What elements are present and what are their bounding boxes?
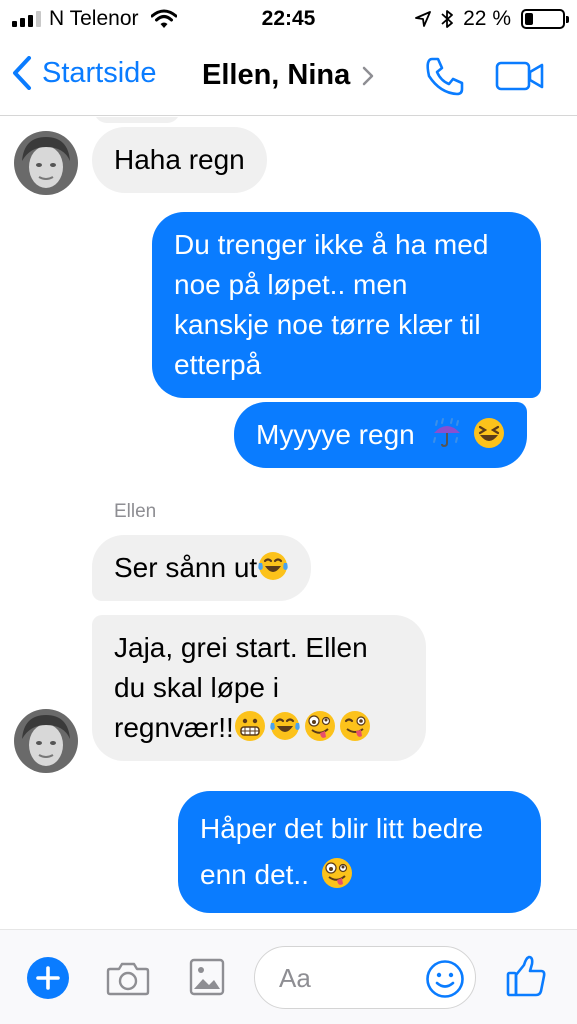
conversation-title[interactable]: Ellen, Nina [202, 59, 374, 92]
back-label: Startside [42, 56, 157, 89]
message-text-line: du skal løpe i [114, 672, 279, 703]
sender-name: Ellen [114, 501, 157, 522]
message-bubble-incoming[interactable]: Jaja, grei start. Ellen du skal løpe i r… [92, 615, 426, 761]
battery-icon [521, 9, 569, 29]
battery-level [525, 13, 533, 25]
laughing-squint-emoji-icon [474, 418, 505, 448]
emoji-button[interactable] [425, 959, 465, 1004]
status-right: 22 % [415, 7, 569, 31]
thumbs-up-icon [506, 955, 546, 997]
message-input-wrapper [254, 946, 476, 1009]
message-text-line: kanskje noe tørre klær til [174, 309, 481, 340]
avatar-photo [14, 131, 78, 195]
chevron-right-icon [363, 66, 374, 85]
back-button[interactable]: Startside [12, 56, 156, 90]
message-text: enn det.. [200, 859, 309, 890]
umbrella-rain-emoji-icon [432, 418, 460, 448]
message-text-line: etterpå [174, 349, 262, 380]
message-text-line: Håper det blir litt bedre [200, 813, 484, 844]
tears-of-joy-emoji-icon [258, 552, 288, 580]
location-arrow-icon [415, 11, 432, 27]
video-camera-icon [495, 61, 544, 91]
conversation-title-text: Ellen, Nina [202, 59, 351, 91]
avatar[interactable] [14, 131, 78, 195]
conversation-header: Startside Ellen, Nina [0, 38, 577, 116]
message-text-line: enn det.. [200, 852, 519, 898]
message-text-line: Du trenger ikke å ha med [174, 229, 489, 260]
message-text: Ser sånn ut [114, 552, 258, 583]
message-bubble-outgoing[interactable]: Håper det blir litt bedre enn det.. [178, 791, 541, 913]
zany-face-emoji-icon [321, 858, 352, 888]
winking-tongue-emoji-icon [339, 711, 370, 741]
image-icon [189, 958, 225, 996]
zany-face-emoji-icon [304, 711, 335, 741]
status-bar: N Telenor 22:45 22 % [0, 0, 577, 38]
like-button[interactable] [505, 954, 547, 1003]
grimacing-emoji-icon [234, 711, 265, 741]
message-bubble-incoming[interactable]: Ser sånn ut [92, 535, 312, 601]
smiley-face-icon [426, 960, 464, 998]
message-text-line: Jaja, grei start. Ellen [114, 632, 368, 663]
message-bubble-outgoing[interactable]: Myyyye regn [234, 402, 528, 468]
message-text: Myyyye regn [256, 419, 415, 450]
message-input[interactable] [279, 959, 419, 997]
message-bubble-partial [94, 117, 180, 123]
video-call-button[interactable] [495, 60, 545, 97]
camera-button[interactable] [106, 960, 150, 1001]
photo-gallery-button[interactable] [189, 958, 225, 1001]
plus-icon [36, 966, 60, 990]
message-text-line: noe på løpet.. men [174, 269, 408, 300]
message-bubble-incoming[interactable]: Haha regn [92, 127, 267, 193]
voice-call-button[interactable] [424, 55, 466, 102]
bluetooth-icon [441, 10, 454, 28]
more-actions-button[interactable] [27, 957, 69, 999]
avatar[interactable] [14, 709, 78, 773]
message-bubble-outgoing[interactable]: Du trenger ikke å ha med noe på løpet.. … [152, 212, 541, 398]
tears-of-joy-emoji-icon [270, 712, 300, 740]
message-composer [0, 929, 577, 1024]
camera-icon [106, 962, 150, 996]
message-list[interactable]: Haha regn Du trenger ikke å ha med noe p… [0, 117, 577, 929]
phone-icon [426, 57, 464, 96]
chevron-left-icon [13, 56, 31, 90]
message-text: Haha regn [114, 144, 245, 175]
message-text: regnvær!! [114, 712, 234, 743]
message-text-line: regnvær!! [114, 708, 404, 748]
battery-percent: 22 % [463, 7, 511, 30]
avatar-photo [14, 709, 78, 773]
